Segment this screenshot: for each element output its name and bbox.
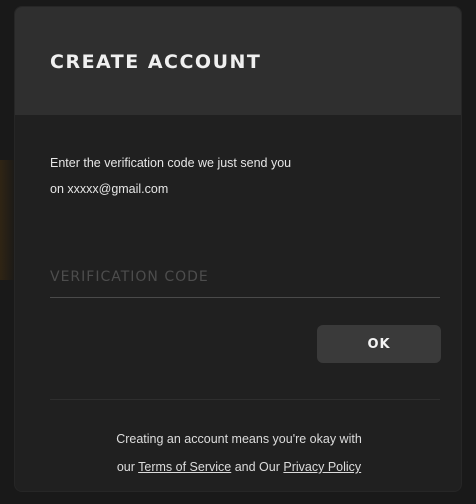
legal-line-1: Creating an account means you're okay wi… <box>116 432 362 446</box>
instruction-line-1: Enter the verification code we just send… <box>50 156 292 170</box>
verification-instructions: Enter the verification code we just send… <box>50 150 430 202</box>
privacy-policy-link[interactable]: Privacy Policy <box>283 460 361 474</box>
legal-notice: Creating an account means you're okay wi… <box>35 425 443 481</box>
legal-line-2: our Terms of Service and Our Privacy Pol… <box>35 453 443 481</box>
verification-code-input[interactable] <box>50 261 440 293</box>
create-account-dialog: CREATE ACCOUNT Enter the verification co… <box>14 6 462 492</box>
instruction-email: on xxxxx@gmail.com <box>50 182 169 196</box>
dialog-header: CREATE ACCOUNT <box>15 7 461 115</box>
legal-prefix: our <box>116 460 135 474</box>
ok-button[interactable]: OK <box>317 325 441 363</box>
dialog-title: CREATE ACCOUNT <box>50 51 262 73</box>
terms-of-service-link[interactable]: Terms of Service <box>138 460 231 474</box>
verification-code-field <box>50 261 440 298</box>
backdrop-glow <box>0 160 14 280</box>
legal-middle: and Our <box>234 460 280 474</box>
divider <box>50 399 440 400</box>
